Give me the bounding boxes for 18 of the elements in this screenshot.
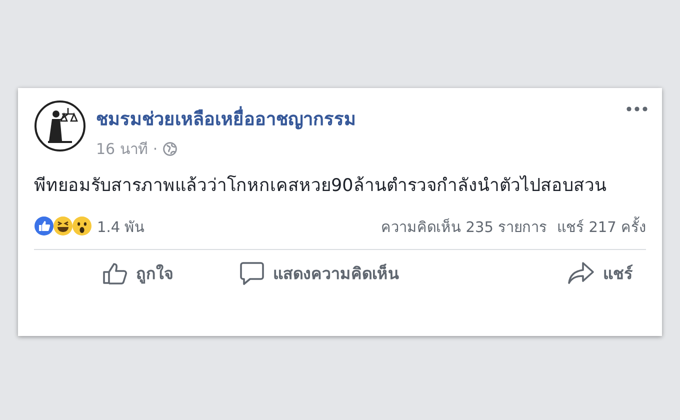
comment-count[interactable]: ความคิดเห็น 235 รายการ [381, 214, 548, 238]
post-time[interactable]: 16 นาที [96, 137, 148, 161]
share-count[interactable]: แชร์ 217 ครั้ง [557, 214, 646, 238]
share-button[interactable]: แชร์ [561, 256, 639, 290]
globe-icon [162, 142, 177, 156]
avatar-icon[interactable] [34, 100, 86, 152]
post-text: พีทยอมรับสารภาพแล้วว่าโกหกเคสหวย90ล้านตำรวจกำลังนำตัวไปสอบสวน [34, 174, 608, 198]
thumbs-up-icon [102, 261, 128, 285]
like-reaction-icon [34, 216, 54, 236]
speech-bubble-icon [239, 261, 265, 285]
surprised-face-icon [72, 216, 92, 236]
reaction-count[interactable]: 1.4 พัน [97, 214, 382, 238]
laughing-face-icon [53, 216, 73, 236]
page-name[interactable]: ชมรมช่วยเหลือเหยื่ออาชญากรรม [96, 104, 614, 133]
comment-button[interactable]: แสดงความคิดเห็น [233, 256, 405, 290]
share-arrow-icon [567, 261, 595, 285]
like-button[interactable]: ถูกใจ [96, 256, 179, 290]
separator-dot: · [152, 140, 158, 158]
